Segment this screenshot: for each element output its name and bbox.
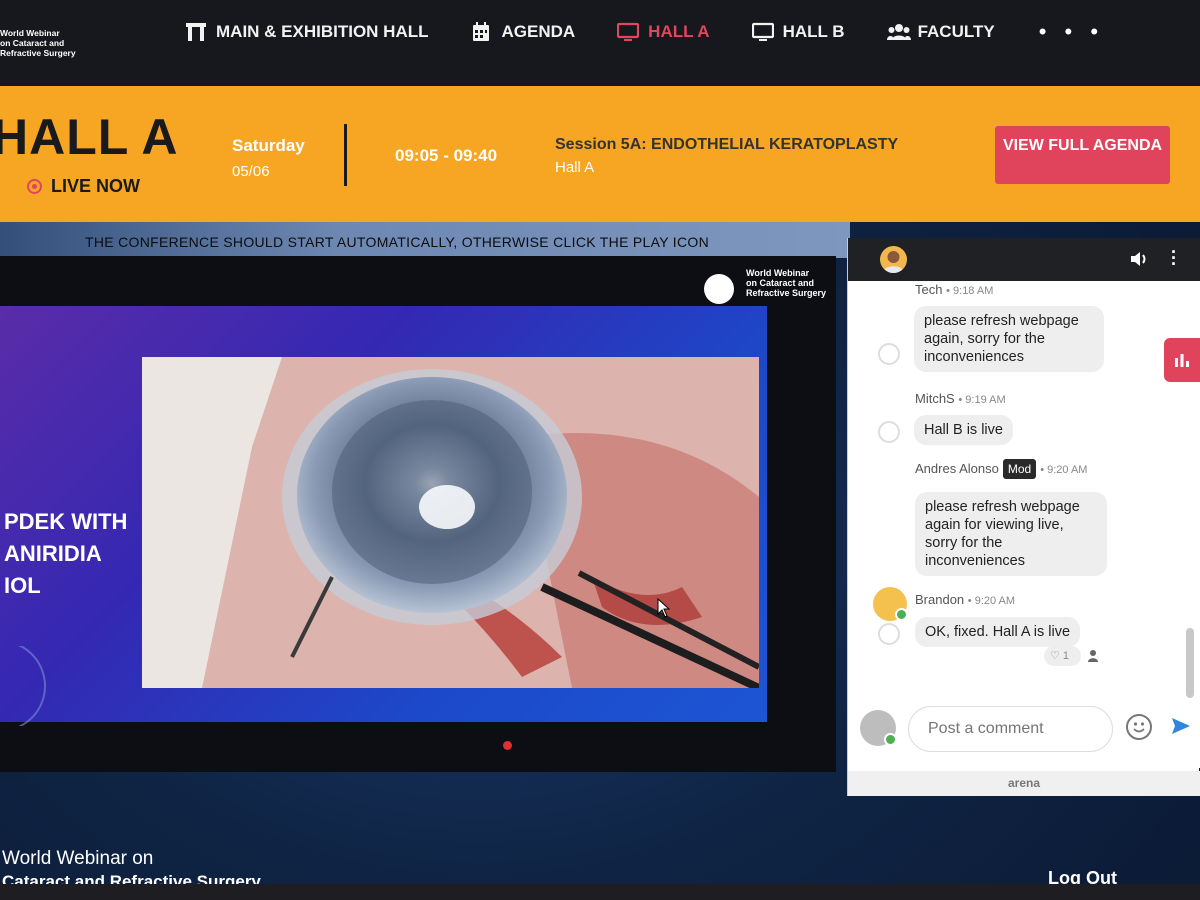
message-bubble: please refresh webpage again, sorry for …: [914, 306, 1104, 372]
nav-items: MAIN & EXHIBITION HALL AGENDA HALL A HAL…: [185, 18, 1104, 46]
poll-tab[interactable]: [1164, 338, 1200, 382]
video-player[interactable]: PDEK WITH ANIRIDIA IOL World Webinar on …: [0, 256, 836, 772]
live-dot-icon: [27, 179, 42, 194]
nav-item-label: HALL B: [782, 22, 845, 41]
banner-divider: [344, 124, 347, 186]
author-placeholder-icon: [878, 421, 900, 443]
logo-line: on Cataract and: [746, 278, 815, 288]
logo-line: World Webinar: [746, 268, 810, 278]
session-date: 05/06: [232, 163, 270, 180]
hall-title: HALL A: [0, 109, 179, 165]
top-navigation: World Webinar on Cataract and Refractive…: [0, 0, 1200, 86]
nav-item-label: HALL A: [648, 22, 710, 41]
screen-bezel: [0, 884, 1200, 900]
nav-item-label: MAIN & EXHIBITION HALL: [216, 22, 429, 41]
recording-dot: [503, 741, 512, 750]
decorative-circle-icon: [18, 646, 46, 726]
message-author: Brandon • 9:20 AM: [915, 592, 1016, 607]
autoplay-notice: THE CONFERENCE SHOULD START AUTOMATICALL…: [85, 234, 709, 250]
chat-header: · · ·: [848, 238, 1200, 281]
webinar-watermark-logo: World Webinar on Cataract and Refractive…: [704, 268, 829, 308]
logo-line: Refractive Surgery: [746, 288, 827, 298]
like-count: 1: [1062, 650, 1070, 662]
user-icon: [1088, 650, 1098, 662]
author-placeholder-icon: [878, 623, 900, 645]
nav-item-label: AGENDA: [501, 22, 576, 41]
view-full-agenda-button[interactable]: VIEW FULL AGENDA: [995, 126, 1170, 184]
like-reaction[interactable]: ♡ 1: [1044, 646, 1081, 666]
nav-item-label: FACULTY: [917, 22, 995, 41]
nav-item-agenda[interactable]: AGENDA: [471, 22, 576, 42]
slide-line: ANIRIDIA: [4, 541, 102, 566]
message-bubble: OK, fixed. Hall A is live: [915, 617, 1081, 647]
building-icon: [185, 22, 207, 42]
monitor-icon: [617, 22, 640, 42]
surgical-video-frame: [142, 357, 759, 688]
brand-line: on Cataract and: [0, 38, 65, 48]
send-icon[interactable]: [1171, 717, 1191, 735]
message-bubble: Hall B is live: [914, 415, 1013, 445]
more-menu-button[interactable]: • • •: [1039, 19, 1104, 45]
live-indicator: LIVE NOW: [27, 176, 140, 197]
app-window: World Webinar on Cataract and Refractive…: [0, 0, 1200, 900]
message-author: Tech • 9:18 AM: [915, 282, 994, 297]
nav-item-faculty[interactable]: FACULTY: [886, 22, 995, 42]
globe-icon: [704, 274, 734, 304]
brand-logo[interactable]: World Webinar on Cataract and Refractive…: [0, 28, 80, 58]
message-author: MitchS • 9:19 AM: [915, 391, 1006, 406]
presentation-slide: PDEK WITH ANIRIDIA IOL: [0, 306, 767, 726]
message-bubble: please refresh webpage again for viewing…: [915, 492, 1107, 576]
emoji-icon[interactable]: [1126, 714, 1152, 740]
nav-item-main-exhibition-hall[interactable]: MAIN & EXHIBITION HALL: [185, 22, 429, 42]
calendar-icon: [471, 22, 493, 42]
chat-messages: Tech • 9:18 AM please refresh webpage ag…: [848, 281, 1200, 711]
message-author: Andres Alonso Mod • 9:20 AM: [915, 459, 1087, 479]
comment-input[interactable]: [908, 706, 1113, 752]
bar-chart-icon: [1175, 354, 1189, 367]
chat-scrollbar[interactable]: [1186, 628, 1194, 698]
author-avatar: [873, 587, 908, 621]
nav-item-hall-a[interactable]: HALL A: [617, 22, 710, 42]
users-icon: [886, 22, 911, 42]
slide-line: IOL: [4, 573, 41, 598]
mouse-cursor-icon: [657, 598, 671, 618]
mod-badge: Mod: [1002, 459, 1037, 479]
live-label: LIVE NOW: [51, 176, 140, 196]
arena-branding: arena: [848, 771, 1200, 796]
chat-options-icon[interactable]: · · ·: [1171, 243, 1179, 273]
chat-panel: · · · Tech • 9:18 AM please refresh webpag…: [847, 238, 1200, 796]
slide-line: PDEK WITH: [4, 509, 128, 534]
monitor-icon: [751, 22, 774, 42]
hall-banner: HALL A LIVE NOW Saturday 05/06 09:05 - 0…: [0, 86, 1200, 222]
author-placeholder-icon: [878, 343, 900, 365]
session-time: 09:05 - 09:40: [395, 146, 498, 165]
speaker-icon[interactable]: [1129, 250, 1149, 268]
slide-title: PDEK WITH ANIRIDIA IOL: [4, 506, 127, 602]
chat-composer: [848, 698, 1200, 768]
brand-line: Refractive Surgery: [0, 48, 76, 58]
chat-host-avatar[interactable]: [880, 246, 907, 273]
session-title: Session 5A: ENDOTHELIAL KERATOPLASTY: [555, 136, 899, 153]
session-hall: Hall A: [555, 159, 595, 176]
footer-brand: World Webinar on: [2, 848, 154, 869]
current-user-avatar: [860, 710, 897, 746]
brand-line: World Webinar: [0, 28, 60, 38]
session-day: Saturday: [232, 136, 305, 155]
nav-item-hall-b[interactable]: HALL B: [751, 22, 845, 42]
eye-surgery-image: [142, 357, 759, 688]
